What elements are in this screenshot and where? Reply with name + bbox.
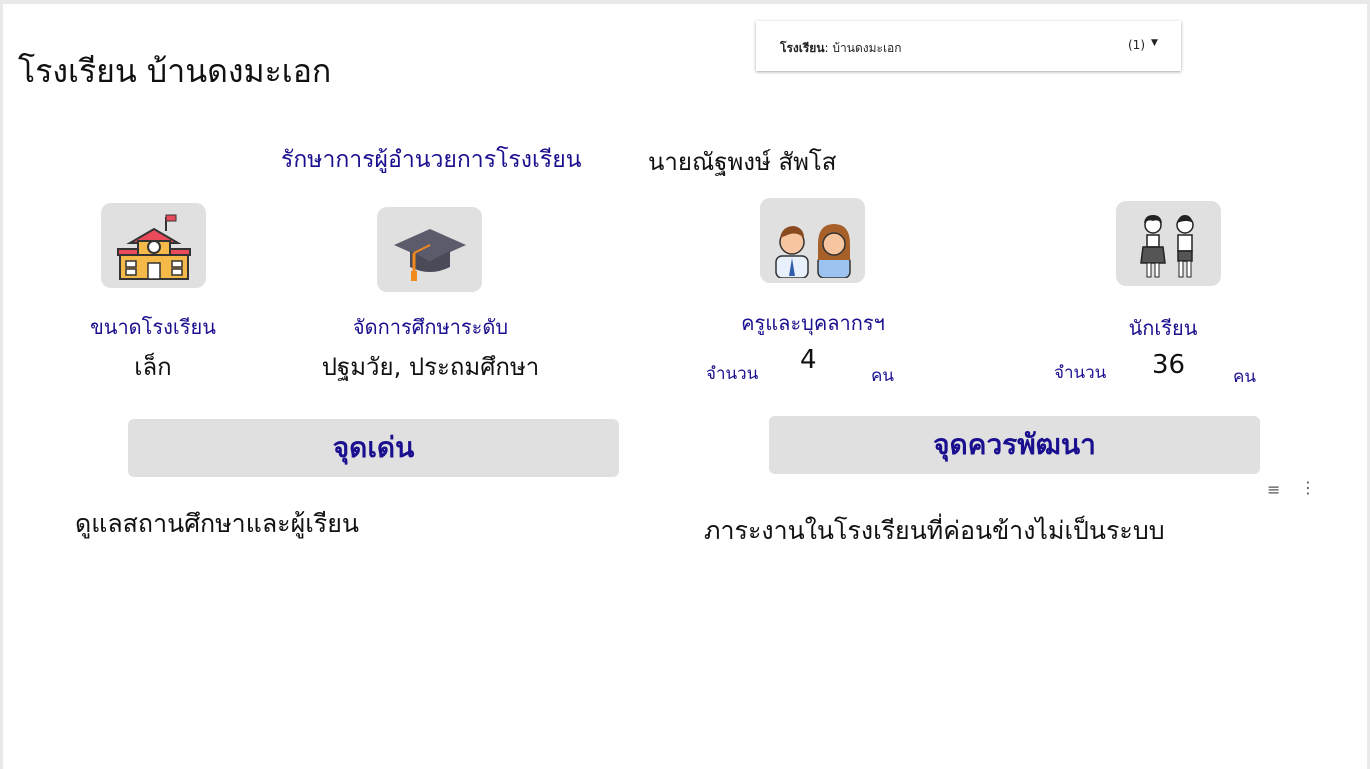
school-building-icon [101,203,206,288]
page-title: โรงเรียน บ้านดงมะเอก [18,52,332,90]
filter-value: บ้านดงมะเอก [832,41,902,55]
school-size-value: เล็ก [134,353,172,381]
improvements-text: ภาระงานในโรงเรียนที่ค่อนข้างไม่เป็นระบบ [704,516,1165,545]
school-size-label: ขนาดโรงเรียน [90,315,216,339]
dropdown-arrow-icon[interactable]: ▼ [1151,38,1158,48]
teachers-icon [760,198,865,283]
director-label: รักษาการผู้อำนวยการโรงเรียน [281,147,582,173]
teachers-unit: คน [871,366,894,386]
students-label: นักเรียน [1128,316,1198,340]
students-unit: คน [1233,367,1256,387]
strengths-text: ดูแลสถานศึกษาและผู้เรียน [75,509,359,538]
education-level-label: จัดการศึกษาระดับ [352,315,509,339]
graduation-cap-icon [377,207,482,292]
filter-label: โรงเรียน [780,41,825,55]
school-filter-dropdown[interactable]: โรงเรียน: บ้านดงมะเอก (1) ▼ [756,21,1181,71]
teachers-count: 4 [800,345,817,375]
teachers-label: ครูและบุคลากรฯ [741,311,885,335]
filter-icon[interactable]: ≡ [1267,480,1280,499]
filter-count: (1) [1128,38,1145,52]
strengths-heading: จุดเด่น [128,419,619,477]
more-options-icon[interactable]: ⋮ [1300,478,1316,497]
education-level-value: ปฐมวัย, ประถมศึกษา [321,353,540,381]
students-count: 36 [1152,350,1186,380]
students-icon [1116,201,1221,286]
report-page: โรงเรียน บ้านดงมะเอก โรงเรียน: บ้านดงมะเ… [3,4,1367,769]
director-name: นายณัฐพงษ์ สัพโส [648,148,837,176]
students-count-prefix: จำนวน [1054,363,1107,383]
improvements-heading: จุดควรพัฒนา [769,416,1260,474]
teachers-count-prefix: จำนวน [706,364,759,384]
